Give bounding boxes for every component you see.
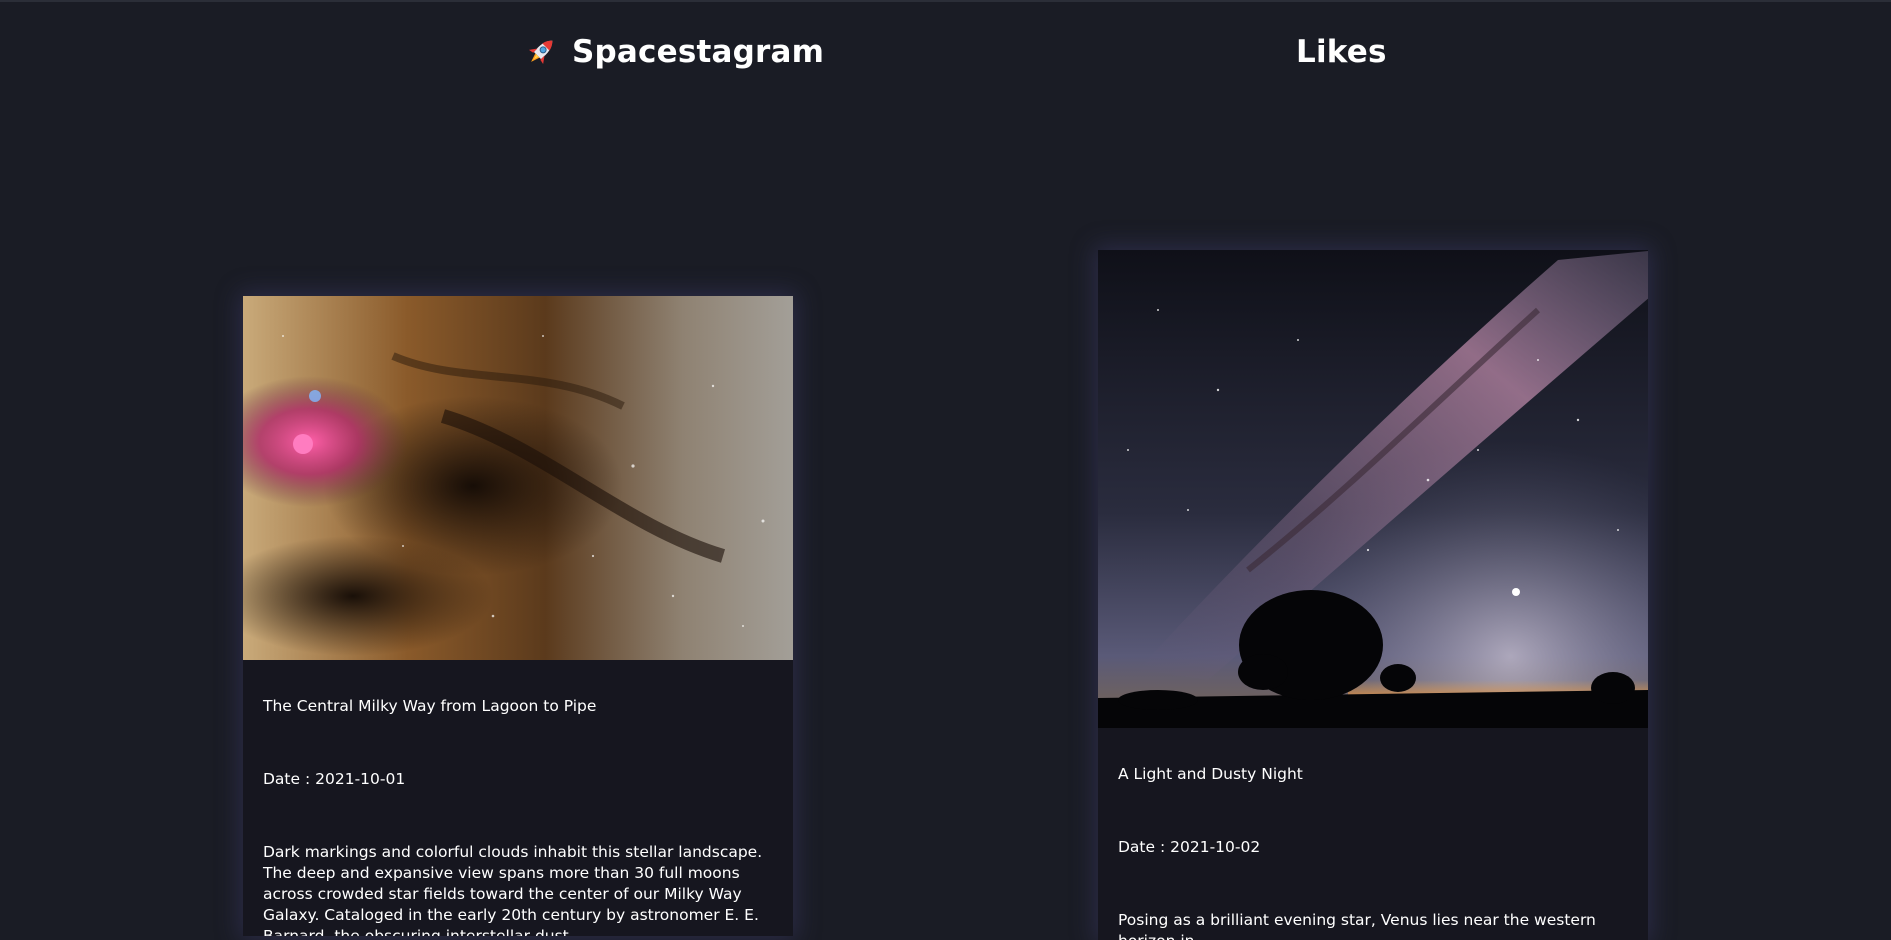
- card-date: Date : 2021-10-02: [1118, 838, 1261, 856]
- card-image[interactable]: [243, 296, 793, 660]
- app-title: Spacestagram: [522, 30, 824, 74]
- top-border: [0, 0, 1891, 2]
- liked-card: A Light and Dusty Night Date : 2021-10-0…: [1098, 250, 1648, 940]
- card-body: A Light and Dusty Night Date : 2021-10-0…: [1098, 764, 1648, 940]
- rocket-icon: [522, 33, 560, 71]
- app-title-text: Spacestagram: [572, 34, 825, 70]
- card-title: A Light and Dusty Night: [1118, 765, 1303, 783]
- card-description: Dark markings and colorful clouds inhabi…: [263, 843, 763, 936]
- card-description: Posing as a brilliant evening star, Venu…: [1118, 911, 1596, 940]
- card-title: The Central Milky Way from Lagoon to Pip…: [263, 697, 597, 715]
- card-date: Date : 2021-10-01: [263, 770, 406, 788]
- card-image[interactable]: [1098, 250, 1648, 728]
- card-body: The Central Milky Way from Lagoon to Pip…: [243, 696, 793, 936]
- feed-card: The Central Milky Way from Lagoon to Pip…: [243, 296, 793, 936]
- likes-heading: Likes: [1296, 34, 1387, 70]
